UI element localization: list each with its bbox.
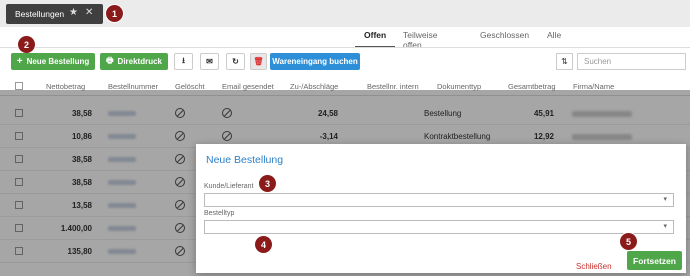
- dialog-title: Neue Bestellung: [206, 154, 284, 166]
- annotation-badge-3: 3: [259, 175, 276, 192]
- direct-print-label: Direktdruck: [117, 57, 163, 66]
- sort-button[interactable]: ⇅: [556, 53, 573, 70]
- annotation-badge-1: 1: [106, 5, 123, 22]
- delete-button[interactable]: 🗑: [250, 53, 267, 70]
- annotation-badge-4: 4: [255, 236, 272, 253]
- printer-icon: 🖶: [105, 55, 114, 65]
- close-dialog-link[interactable]: Schließen: [576, 262, 612, 271]
- plus-icon: +: [16, 56, 23, 67]
- field-label-bestelltyp: Bestelltyp: [204, 210, 235, 217]
- trash-icon: 🗑: [253, 57, 264, 66]
- continue-button[interactable]: Fortsetzen: [627, 251, 682, 270]
- direct-print-button[interactable]: 🖶 Direktdruck: [100, 53, 168, 70]
- download-icon: ⭳: [182, 55, 185, 65]
- envelope-icon: ✉: [206, 57, 213, 66]
- annotation-badge-5: 5: [620, 233, 637, 250]
- sort-icon: ⇅: [561, 57, 568, 66]
- new-order-label: Neue Bestellung: [26, 57, 90, 66]
- close-icon[interactable]: ✕: [85, 7, 93, 18]
- tab-alle[interactable]: Alle: [547, 30, 561, 40]
- goods-receipt-button[interactable]: Wareneingang buchen: [270, 53, 360, 70]
- new-order-dialog: Neue Bestellung Kunde/Lieferant Bestellt…: [196, 144, 686, 273]
- bestelltyp-select[interactable]: [204, 220, 674, 234]
- divider: [0, 47, 690, 48]
- field-label-kunde: Kunde/Lieferant: [204, 183, 254, 190]
- select-all-checkbox[interactable]: [15, 82, 23, 90]
- tab-label: Bestellungen: [15, 9, 65, 19]
- email-button[interactable]: ✉: [200, 53, 219, 70]
- refresh-button[interactable]: ↻: [226, 53, 245, 70]
- new-order-button[interactable]: + Neue Bestellung: [11, 53, 95, 70]
- refresh-icon: ↻: [232, 57, 239, 66]
- annotation-badge-2: 2: [18, 36, 35, 53]
- download-button[interactable]: ⭳: [174, 53, 193, 70]
- kunde-lieferant-select[interactable]: [204, 193, 674, 207]
- search-input[interactable]: Suchen: [577, 53, 686, 70]
- tab-bestellungen[interactable]: Bestellungen ★ ✕: [6, 4, 103, 24]
- star-icon[interactable]: ★: [69, 7, 78, 18]
- tab-geschlossen[interactable]: Geschlossen: [480, 30, 529, 40]
- window-tab-bar: Bestellungen ★ ✕: [0, 0, 690, 27]
- tab-offen[interactable]: Offen: [364, 30, 386, 40]
